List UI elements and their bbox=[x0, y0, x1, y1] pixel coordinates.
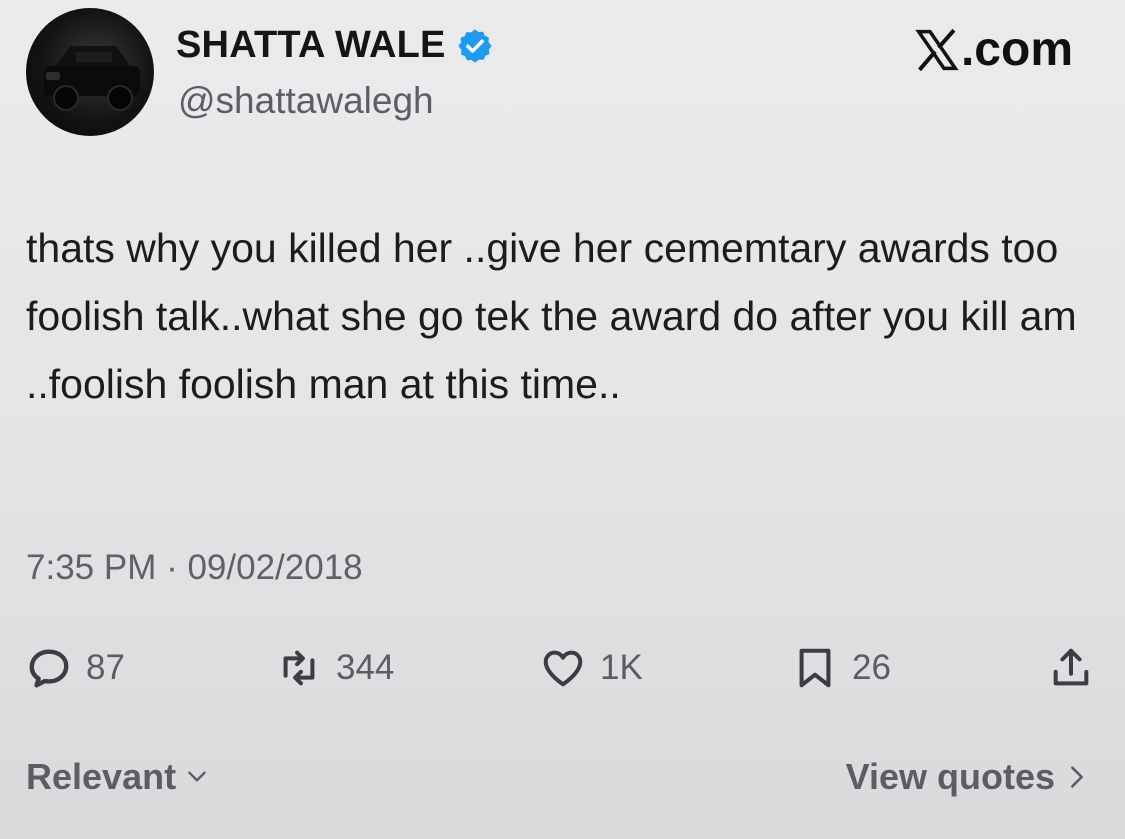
reply-icon bbox=[29, 649, 69, 688]
like-count: 1K bbox=[600, 648, 643, 687]
tweet-timestamp[interactable]: 7:35 PM · 09/02/2018 bbox=[26, 548, 363, 588]
display-name[interactable]: SHATTA WALE bbox=[176, 24, 446, 67]
x-logo-icon bbox=[915, 28, 959, 71]
user-handle[interactable]: @shattawalegh bbox=[178, 80, 434, 122]
chevron-right-icon bbox=[1071, 766, 1083, 788]
chevron-down-icon bbox=[188, 771, 206, 782]
reply-button[interactable]: 87 bbox=[26, 636, 125, 700]
bookmark-count: 26 bbox=[852, 648, 891, 687]
share-icon bbox=[1053, 648, 1089, 686]
sort-dropdown[interactable]: Relevant bbox=[26, 756, 210, 798]
repost-button[interactable]: 344 bbox=[276, 636, 394, 700]
car-photo-avatar bbox=[44, 46, 140, 111]
sort-label: Relevant bbox=[26, 756, 177, 797]
share-button[interactable] bbox=[1048, 636, 1094, 700]
bookmark-icon bbox=[799, 648, 831, 688]
view-quotes-link[interactable]: View quotes bbox=[846, 756, 1091, 798]
action-bar: 87 344 1K 26 bbox=[26, 636, 1106, 700]
name-row: SHATTA WALE bbox=[176, 24, 494, 67]
bookmark-button[interactable]: 26 bbox=[792, 636, 891, 700]
brand-label: .com bbox=[960, 23, 1073, 76]
avatar[interactable] bbox=[26, 8, 154, 136]
reply-count: 87 bbox=[86, 648, 125, 687]
repost-count: 344 bbox=[336, 648, 395, 687]
tweet-text: thats why you killed her ..give her ceme… bbox=[26, 225, 1077, 407]
repost-icon bbox=[283, 650, 315, 686]
verified-badge-icon bbox=[457, 28, 492, 63]
x-brand: .com bbox=[915, 22, 1073, 77]
heart-icon bbox=[543, 650, 583, 687]
like-button[interactable]: 1K bbox=[540, 636, 643, 700]
view-quotes-label: View quotes bbox=[845, 756, 1055, 797]
